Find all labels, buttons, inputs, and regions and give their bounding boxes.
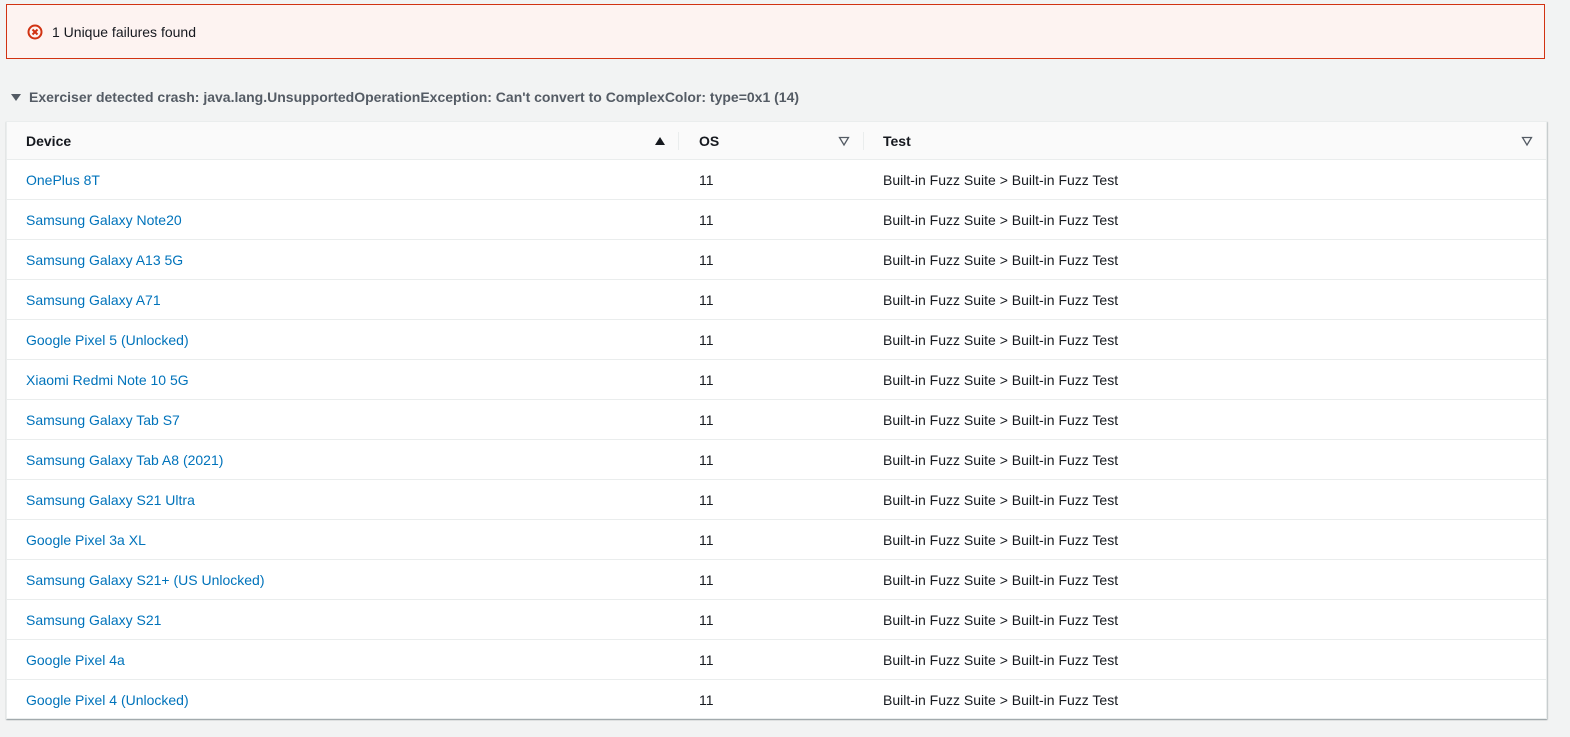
sort-descending-icon[interactable] [1521, 135, 1533, 147]
device-link[interactable]: Google Pixel 5 (Unlocked) [26, 332, 189, 348]
test-cell: Built-in Fuzz Suite > Built-in Fuzz Test [864, 319, 1546, 360]
device-link[interactable]: Xiaomi Redmi Note 10 5G [26, 372, 189, 388]
os-cell: 11 [679, 559, 864, 600]
device-cell: Samsung Galaxy A71 [7, 279, 679, 320]
table-row: Samsung Galaxy A71 11 Built-in Fuzz Suit… [7, 279, 1546, 320]
test-cell: Built-in Fuzz Suite > Built-in Fuzz Test [883, 171, 1119, 188]
alert-message: 1 Unique failures found [52, 23, 196, 40]
os-cell: 11 [679, 279, 864, 320]
devices-table: Device OS Test OnePlus 8T 11 Built-in Fu… [7, 122, 1546, 719]
test-cell: Built-in Fuzz Suite > Built-in Fuzz Test [864, 679, 1546, 719]
table-row: OnePlus 8T 11 Built-in Fuzz Suite > Buil… [7, 160, 1546, 200]
table-row: Samsung Galaxy Tab A8 (2021) 11 Built-in… [7, 439, 1546, 480]
device-link[interactable]: Samsung Galaxy Note20 [26, 212, 182, 228]
devices-table-container: Device OS Test OnePlus 8T 11 Built-in Fu… [6, 121, 1547, 719]
os-cell: 11 [679, 519, 864, 560]
table-row: Samsung Galaxy Note20 11 Built-in Fuzz S… [7, 199, 1546, 240]
os-cell: 11 [679, 199, 864, 240]
sort-ascending-icon[interactable] [654, 135, 666, 147]
column-header-label: Device [26, 132, 72, 149]
device-cell: Google Pixel 4a [7, 639, 679, 680]
test-cell: Built-in Fuzz Suite > Built-in Fuzz Test [864, 479, 1546, 520]
table-row: Samsung Galaxy A13 5G 11 Built-in Fuzz S… [7, 239, 1546, 280]
device-link[interactable]: OnePlus 8T [26, 172, 100, 188]
os-cell: 11 [679, 239, 864, 280]
os-cell: 11 [679, 479, 864, 520]
device-cell: Samsung Galaxy A13 5G [7, 239, 679, 280]
device-link[interactable]: Google Pixel 4a [26, 652, 125, 668]
os-cell: 11 [699, 171, 714, 188]
column-header-label: OS [699, 132, 720, 149]
device-link[interactable]: Google Pixel 3a XL [26, 532, 146, 548]
device-cell: Google Pixel 3a XL [7, 519, 679, 560]
device-cell: Samsung Galaxy Note20 [7, 199, 679, 240]
test-cell: Built-in Fuzz Suite > Built-in Fuzz Test [864, 239, 1546, 280]
device-cell: Xiaomi Redmi Note 10 5G [7, 359, 679, 400]
os-cell: 11 [679, 319, 864, 360]
os-cell: 11 [679, 599, 864, 640]
test-cell: Built-in Fuzz Suite > Built-in Fuzz Test [864, 199, 1546, 240]
test-cell: Built-in Fuzz Suite > Built-in Fuzz Test [864, 399, 1546, 440]
column-header-test[interactable]: Test [864, 122, 1546, 160]
device-link[interactable]: Samsung Galaxy Tab A8 (2021) [26, 452, 223, 468]
table-row: Samsung Galaxy S21 11 Built-in Fuzz Suit… [7, 599, 1546, 640]
table-row: Google Pixel 3a XL 11 Built-in Fuzz Suit… [7, 519, 1546, 560]
device-cell: Samsung Galaxy Tab A8 (2021) [7, 439, 679, 480]
test-cell: Built-in Fuzz Suite > Built-in Fuzz Test [864, 359, 1546, 400]
test-cell: Built-in Fuzz Suite > Built-in Fuzz Test [864, 279, 1546, 320]
device-cell: Samsung Galaxy S21 Ultra [7, 479, 679, 520]
test-cell: Built-in Fuzz Suite > Built-in Fuzz Test [864, 439, 1546, 480]
table-row: Samsung Galaxy S21 Ultra 11 Built-in Fuz… [7, 479, 1546, 520]
device-cell: Samsung Galaxy Tab S7 [7, 399, 679, 440]
table-row: Xiaomi Redmi Note 10 5G 11 Built-in Fuzz… [7, 359, 1546, 400]
failures-alert: 1 Unique failures found [6, 4, 1545, 59]
column-header-label: Test [883, 132, 911, 149]
crash-section-toggle[interactable]: Exerciser detected crash: java.lang.Unsu… [11, 88, 799, 106]
table-row: Google Pixel 4 (Unlocked) 11 Built-in Fu… [7, 679, 1546, 719]
crash-section-title: Exerciser detected crash: java.lang.Unsu… [29, 89, 800, 105]
device-link[interactable]: Samsung Galaxy Tab S7 [26, 412, 180, 428]
os-cell: 11 [679, 679, 864, 719]
error-circle-icon [27, 24, 43, 40]
table-row: Samsung Galaxy S21+ (US Unlocked) 11 Bui… [7, 559, 1546, 600]
sort-descending-icon[interactable] [838, 135, 850, 147]
device-link[interactable]: Samsung Galaxy S21 [26, 612, 161, 628]
device-cell: Samsung Galaxy S21 [7, 599, 679, 640]
device-cell: Google Pixel 4 (Unlocked) [7, 679, 679, 719]
device-link[interactable]: Samsung Galaxy S21 Ultra [26, 492, 195, 508]
os-cell: 11 [679, 399, 864, 440]
device-link[interactable]: Samsung Galaxy A13 5G [26, 252, 183, 268]
table-row: Google Pixel 5 (Unlocked) 11 Built-in Fu… [7, 319, 1546, 360]
device-cell: OnePlus 8T [7, 160, 679, 200]
table-row: Google Pixel 4a 11 Built-in Fuzz Suite >… [7, 639, 1546, 680]
device-cell: Samsung Galaxy S21+ (US Unlocked) [7, 559, 679, 600]
device-cell: Google Pixel 5 (Unlocked) [7, 319, 679, 360]
test-cell: Built-in Fuzz Suite > Built-in Fuzz Test [864, 639, 1546, 680]
os-cell: 11 [679, 439, 864, 480]
device-link[interactable]: Samsung Galaxy S21+ (US Unlocked) [26, 572, 265, 588]
table-row: Samsung Galaxy Tab S7 11 Built-in Fuzz S… [7, 399, 1546, 440]
column-header-os[interactable]: OS [679, 122, 864, 160]
column-header-device[interactable]: Device [7, 122, 679, 160]
table-header-row: Device OS Test [7, 122, 1546, 160]
os-cell: 11 [679, 639, 864, 680]
device-link[interactable]: Samsung Galaxy A71 [26, 292, 161, 308]
test-cell: Built-in Fuzz Suite > Built-in Fuzz Test [864, 559, 1546, 600]
os-cell: 11 [679, 359, 864, 400]
caret-down-icon [11, 92, 21, 102]
test-cell: Built-in Fuzz Suite > Built-in Fuzz Test [864, 519, 1546, 560]
test-cell: Built-in Fuzz Suite > Built-in Fuzz Test [864, 599, 1546, 640]
device-link[interactable]: Google Pixel 4 (Unlocked) [26, 692, 189, 708]
